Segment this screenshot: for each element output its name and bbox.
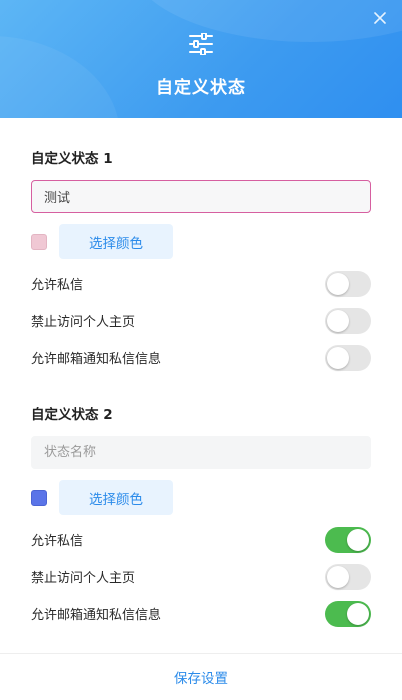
block-profile-access-toggle[interactable]	[325, 307, 371, 334]
option-row: 允许私信	[31, 521, 371, 558]
dialog-title: 自定义状态	[156, 78, 246, 98]
status-1-name-input[interactable]	[31, 180, 371, 213]
option-label: 禁止访问个人主页	[31, 315, 136, 330]
allow-private-message-toggle[interactable]	[325, 526, 371, 553]
dialog-body: 自定义状态 1 选择颜色 允许私信 禁止访问个人主页 允许邮箱通知私信信息 自定…	[0, 148, 402, 632]
close-icon[interactable]	[372, 10, 388, 26]
status-1-options: 允许私信 禁止访问个人主页 允许邮箱通知私信信息	[31, 265, 371, 376]
header-decoration	[130, 0, 402, 42]
option-label: 允许私信	[31, 534, 84, 549]
option-row: 允许邮箱通知私信信息	[31, 595, 371, 632]
status-2-name-input[interactable]	[31, 436, 371, 469]
email-notify-toggle[interactable]	[325, 600, 371, 627]
email-notify-toggle[interactable]	[325, 344, 371, 371]
status-1-color-row: 选择颜色	[31, 224, 371, 259]
option-label: 允许私信	[31, 278, 84, 293]
sliders-icon	[189, 32, 213, 56]
allow-private-message-toggle[interactable]	[325, 270, 371, 297]
custom-status-dialog: 自定义状态 自定义状态 1 选择颜色 允许私信 禁止访问个人主页 允许邮箱通知私…	[0, 0, 402, 700]
status-2-color-swatch[interactable]	[31, 489, 47, 506]
option-row: 允许邮箱通知私信信息	[31, 339, 371, 376]
status-2-color-row: 选择颜色	[31, 480, 371, 515]
option-label: 禁止访问个人主页	[31, 571, 136, 586]
option-row: 允许私信	[31, 265, 371, 302]
option-row: 禁止访问个人主页	[31, 302, 371, 339]
dialog-header: 自定义状态	[0, 0, 402, 118]
option-label: 允许邮箱通知私信信息	[31, 608, 162, 623]
status-2-title: 自定义状态 2	[31, 407, 113, 423]
status-1-title: 自定义状态 1	[31, 151, 113, 167]
status-2-choose-color-button[interactable]: 选择颜色	[59, 480, 173, 515]
status-2-options: 允许私信 禁止访问个人主页 允许邮箱通知私信信息	[31, 521, 371, 632]
save-settings-button[interactable]: 保存设置	[168, 666, 234, 688]
dialog-footer: 保存设置	[0, 653, 402, 700]
status-1-choose-color-button[interactable]: 选择颜色	[59, 224, 173, 259]
block-profile-access-toggle[interactable]	[325, 563, 371, 590]
status-1-color-swatch[interactable]	[31, 233, 47, 250]
option-row: 禁止访问个人主页	[31, 558, 371, 595]
option-label: 允许邮箱通知私信信息	[31, 352, 162, 367]
